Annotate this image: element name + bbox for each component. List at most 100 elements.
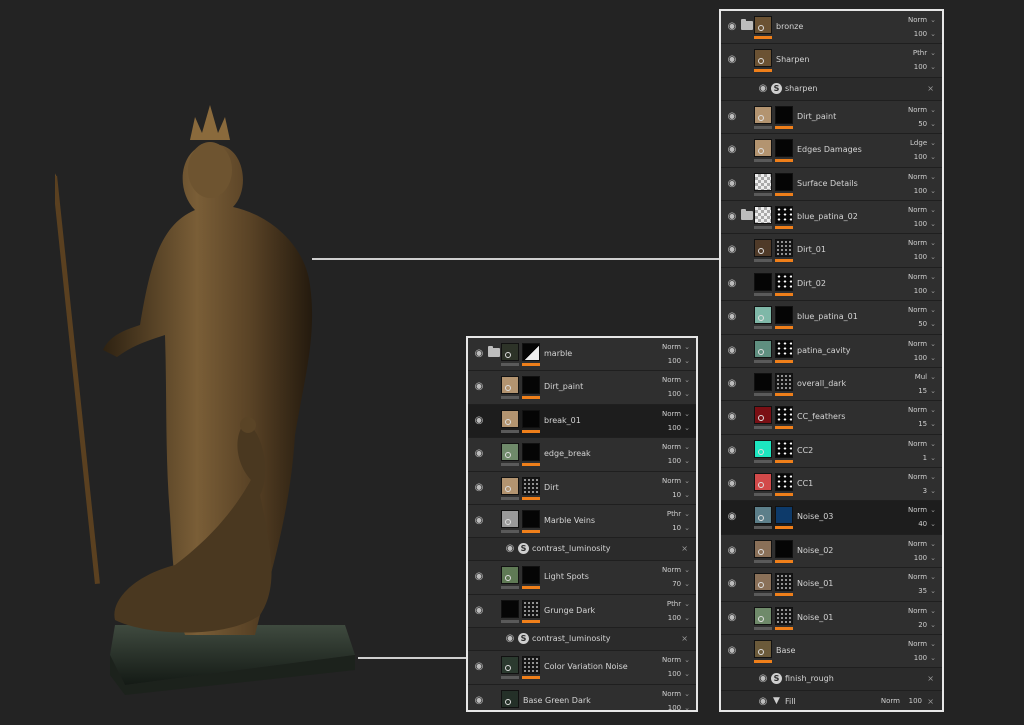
opacity-field[interactable]: 50 ⌄ — [918, 120, 936, 128]
layer-row[interactable]: ◉ CC2 Norm ⌄ 1 ⌄ — [721, 434, 942, 469]
eye-icon[interactable]: ◉ — [726, 411, 738, 423]
blend-mode-select[interactable]: Norm ⌄ — [662, 566, 690, 574]
layer-row[interactable]: ◉ Noise_01 Norm ⌄ 20 ⌄ — [721, 601, 942, 636]
eye-icon[interactable]: ◉ — [726, 445, 738, 457]
layer-row[interactable]: ◉ Noise_02 Norm ⌄ 100 ⌄ — [721, 534, 942, 569]
blend-mode-select[interactable]: Norm ⌄ — [908, 306, 936, 314]
opacity-value[interactable]: 100 — [909, 697, 922, 705]
layer-row[interactable]: ◉ Dirt_01 Norm ⌄ 100 ⌄ — [721, 234, 942, 268]
blend-mode-select[interactable]: Norm ⌄ — [908, 273, 936, 281]
eye-icon[interactable]: ◉ — [473, 661, 485, 673]
eye-icon[interactable]: ◉ — [473, 381, 485, 393]
blend-mode-select[interactable]: Norm ⌄ — [662, 343, 690, 351]
close-icon[interactable]: × — [681, 634, 688, 643]
close-icon[interactable]: × — [927, 84, 934, 93]
opacity-field[interactable]: 100 ⌄ — [914, 354, 936, 362]
layer-row[interactable]: ◉ CC_feathers Norm ⌄ 15 ⌄ — [721, 401, 942, 435]
opacity-field[interactable]: 10 ⌄ — [672, 491, 690, 499]
layer-row[interactable]: ◉ edge_break Norm ⌄ 100 ⌄ — [468, 438, 696, 472]
eye-icon[interactable]: ◉ — [726, 178, 738, 190]
opacity-field[interactable]: 100 ⌄ — [668, 424, 690, 432]
opacity-field[interactable]: 100 ⌄ — [668, 704, 690, 710]
opacity-field[interactable]: 100 ⌄ — [914, 220, 936, 228]
eye-icon[interactable]: ◉ — [473, 605, 485, 617]
opacity-field[interactable]: 100 ⌄ — [668, 614, 690, 622]
opacity-field[interactable]: 1 ⌄ — [923, 454, 936, 462]
blend-mode-select[interactable]: Pthr ⌄ — [667, 600, 690, 608]
blend-mode-select[interactable]: Norm ⌄ — [908, 106, 936, 114]
eye-icon[interactable]: ◉ — [473, 448, 485, 460]
blend-mode-select[interactable]: Mul ⌄ — [915, 373, 936, 381]
close-icon[interactable]: × — [927, 674, 934, 683]
layer-row[interactable]: ◉ Grunge Dark Pthr ⌄ 100 ⌄ — [468, 594, 696, 629]
opacity-field[interactable]: 50 ⌄ — [918, 320, 936, 328]
effect-row[interactable]: ◉ Scontrast_luminosity × — [468, 628, 696, 652]
layer-row[interactable]: ◉ break_01 Norm ⌄ 100 ⌄ — [468, 404, 696, 439]
opacity-field[interactable]: 3 ⌄ — [923, 487, 936, 495]
eye-icon[interactable]: ◉ — [473, 695, 485, 707]
eye-icon[interactable]: ◉ — [726, 345, 738, 357]
eye-icon[interactable]: ◉ — [473, 415, 485, 427]
opacity-field[interactable]: 15 ⌄ — [918, 420, 936, 428]
eye-icon[interactable]: ◉ — [726, 478, 738, 490]
eye-icon[interactable]: ◉ — [726, 311, 738, 323]
blend-mode-select[interactable]: Norm ⌄ — [908, 607, 936, 615]
opacity-field[interactable]: 100 ⌄ — [668, 357, 690, 365]
blend-mode-select[interactable]: Norm ⌄ — [908, 473, 936, 481]
eye-icon[interactable]: ◉ — [726, 545, 738, 557]
layer-row[interactable]: ◉ blue_patina_01 Norm ⌄ 50 ⌄ — [721, 301, 942, 335]
blend-mode-select[interactable]: Norm ⌄ — [908, 440, 936, 448]
layer-row[interactable]: ◉ Sharpen Pthr ⌄ 100 ⌄ — [721, 44, 942, 78]
opacity-field[interactable]: 35 ⌄ — [918, 587, 936, 595]
opacity-field[interactable]: 100 ⌄ — [914, 654, 936, 662]
eye-icon[interactable]: ◉ — [726, 511, 738, 523]
close-icon[interactable]: × — [927, 697, 934, 706]
opacity-field[interactable]: 15 ⌄ — [918, 387, 936, 395]
layer-row[interactable]: ◉ Dirt Norm ⌄ 10 ⌄ — [468, 471, 696, 505]
blend-mode-select[interactable]: Norm ⌄ — [662, 376, 690, 384]
layer-row[interactable]: ◉ Dirt_paint Norm ⌄ 50 ⌄ — [721, 100, 942, 135]
layer-row[interactable]: ◉ Dirt_paint Norm ⌄ 100 ⌄ — [468, 371, 696, 405]
blend-mode-select[interactable]: Ldge ⌄ — [910, 139, 936, 147]
effect-row[interactable]: ◉ Ssharpen × — [721, 77, 942, 101]
blend-mode-select[interactable]: Pthr ⌄ — [667, 510, 690, 518]
eye-icon[interactable]: ◉ — [726, 278, 738, 290]
eye-icon[interactable]: ◉ — [726, 144, 738, 156]
eye-icon[interactable]: ◉ — [504, 543, 516, 555]
opacity-field[interactable]: 20 ⌄ — [918, 621, 936, 629]
layer-row[interactable]: ◉ patina_cavity Norm ⌄ 100 ⌄ — [721, 334, 942, 368]
layer-row[interactable]: ◉ Noise_03 Norm ⌄ 40 ⌄ — [721, 501, 942, 535]
layer-row[interactable]: ◉ Color Variation Noise Norm ⌄ 100 ⌄ — [468, 651, 696, 685]
eye-icon[interactable]: ◉ — [726, 612, 738, 624]
blend-mode-select[interactable]: Norm ⌄ — [908, 16, 936, 24]
opacity-field[interactable]: 100 ⌄ — [668, 457, 690, 465]
effect-row[interactable]: ◉ Sfinish_rough × — [721, 668, 942, 692]
layer-row[interactable]: ◉ overall_dark Mul ⌄ 15 ⌄ — [721, 367, 942, 402]
opacity-field[interactable]: 100 ⌄ — [914, 253, 936, 261]
layer-row[interactable]: ◉ blue_patina_02 Norm ⌄ 100 ⌄ — [721, 200, 942, 235]
layer-row[interactable]: ◉ Noise_01 Norm ⌄ 35 ⌄ — [721, 568, 942, 602]
fill-row[interactable]: ◉ ▼ Fill Norm 100 × — [721, 691, 942, 710]
eye-icon[interactable]: ◉ — [757, 673, 769, 685]
eye-icon[interactable]: ◉ — [726, 378, 738, 390]
blend-mode-select[interactable]: Norm ⌄ — [908, 540, 936, 548]
eye-icon[interactable]: ◉ — [473, 515, 485, 527]
eye-icon[interactable]: ◉ — [473, 348, 485, 360]
eye-icon[interactable]: ◉ — [726, 211, 738, 223]
opacity-field[interactable]: 100 ⌄ — [668, 670, 690, 678]
eye-icon[interactable]: ◉ — [726, 111, 738, 123]
opacity-field[interactable]: 40 ⌄ — [918, 520, 936, 528]
blend-mode-select[interactable]: Norm ⌄ — [908, 340, 936, 348]
blend-mode-select[interactable]: Norm ⌄ — [908, 573, 936, 581]
opacity-field[interactable]: 100 ⌄ — [914, 63, 936, 71]
blend-mode-select[interactable]: Norm ⌄ — [908, 506, 936, 514]
opacity-field[interactable]: 100 ⌄ — [914, 554, 936, 562]
layer-row[interactable]: ◉ Marble Veins Pthr ⌄ 10 ⌄ — [468, 504, 696, 539]
blend-mode-select[interactable]: Norm ⌄ — [908, 173, 936, 181]
eye-icon[interactable]: ◉ — [504, 633, 516, 645]
eye-icon[interactable]: ◉ — [473, 571, 485, 583]
blend-mode-select[interactable]: Norm ⌄ — [662, 656, 690, 664]
eye-icon[interactable]: ◉ — [726, 21, 738, 33]
opacity-field[interactable]: 100 ⌄ — [914, 187, 936, 195]
opacity-field[interactable]: 100 ⌄ — [914, 153, 936, 161]
